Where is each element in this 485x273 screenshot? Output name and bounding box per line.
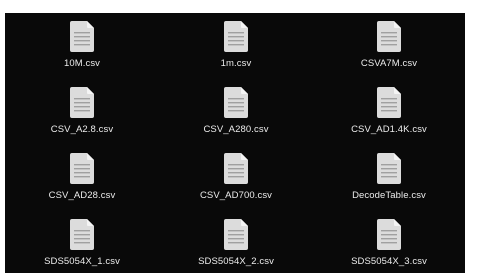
document-icon bbox=[70, 87, 94, 118]
file-name: SDS5054X_3.csv bbox=[351, 256, 427, 267]
file-grid: 10M.csv 1m.csv CSVA7M.csv CSV_A2.8.csv C… bbox=[5, 20, 465, 273]
document-icon bbox=[224, 21, 248, 52]
document-icon bbox=[70, 219, 94, 250]
file-item[interactable]: SDS5054X_3.csv bbox=[313, 218, 465, 273]
file-item[interactable]: CSVA7M.csv bbox=[313, 20, 465, 86]
file-name: CSV_A2.8.csv bbox=[50, 124, 114, 135]
document-icon bbox=[224, 87, 248, 118]
document-icon bbox=[224, 153, 248, 184]
file-item[interactable]: CSV_AD700.csv bbox=[159, 152, 313, 218]
file-name: CSV_AD700.csv bbox=[199, 190, 273, 201]
file-name: DecodeTable.csv bbox=[352, 190, 426, 201]
screen: 10M.csv 1m.csv CSVA7M.csv CSV_A2.8.csv C… bbox=[0, 0, 485, 273]
file-name: CSV_AD28.csv bbox=[48, 190, 116, 201]
file-item[interactable]: CSV_A2.8.csv bbox=[5, 86, 159, 152]
file-name: CSV_AD1.4K.csv bbox=[351, 124, 427, 135]
file-name: SDS5054X_2.csv bbox=[198, 256, 274, 267]
document-icon bbox=[377, 219, 401, 250]
document-icon bbox=[70, 153, 94, 184]
file-item[interactable]: CSV_A280.csv bbox=[159, 86, 313, 152]
file-item[interactable]: SDS5054X_1.csv bbox=[5, 218, 159, 273]
file-item[interactable]: SDS5054X_2.csv bbox=[159, 218, 313, 273]
file-name: SDS5054X_1.csv bbox=[44, 256, 120, 267]
file-item[interactable]: CSV_AD1.4K.csv bbox=[313, 86, 465, 152]
file-name: CSV_A280.csv bbox=[203, 124, 269, 135]
document-icon bbox=[224, 219, 248, 250]
document-icon bbox=[70, 21, 94, 52]
document-icon bbox=[377, 21, 401, 52]
file-name: CSVA7M.csv bbox=[360, 58, 418, 69]
document-icon bbox=[377, 87, 401, 118]
file-item[interactable]: 10M.csv bbox=[5, 20, 159, 86]
file-name: 10M.csv bbox=[63, 58, 101, 69]
document-icon bbox=[377, 153, 401, 184]
file-item[interactable]: DecodeTable.csv bbox=[313, 152, 465, 218]
file-item[interactable]: 1m.csv bbox=[159, 20, 313, 86]
file-browser-pane: 10M.csv 1m.csv CSVA7M.csv CSV_A2.8.csv C… bbox=[5, 13, 465, 273]
file-name: 1m.csv bbox=[220, 58, 252, 69]
file-item[interactable]: CSV_AD28.csv bbox=[5, 152, 159, 218]
window-edge bbox=[465, 13, 485, 273]
